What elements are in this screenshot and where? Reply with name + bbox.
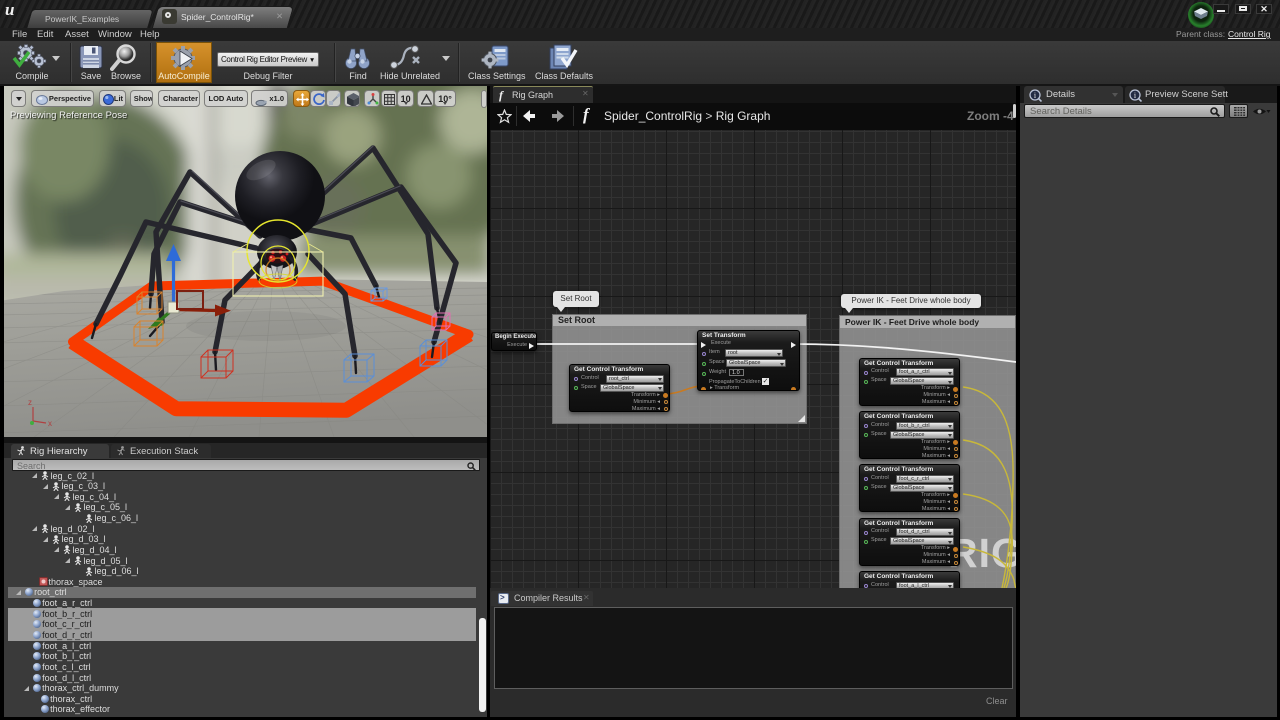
svg-text:x: x — [48, 419, 52, 428]
svg-text:z: z — [28, 398, 32, 407]
